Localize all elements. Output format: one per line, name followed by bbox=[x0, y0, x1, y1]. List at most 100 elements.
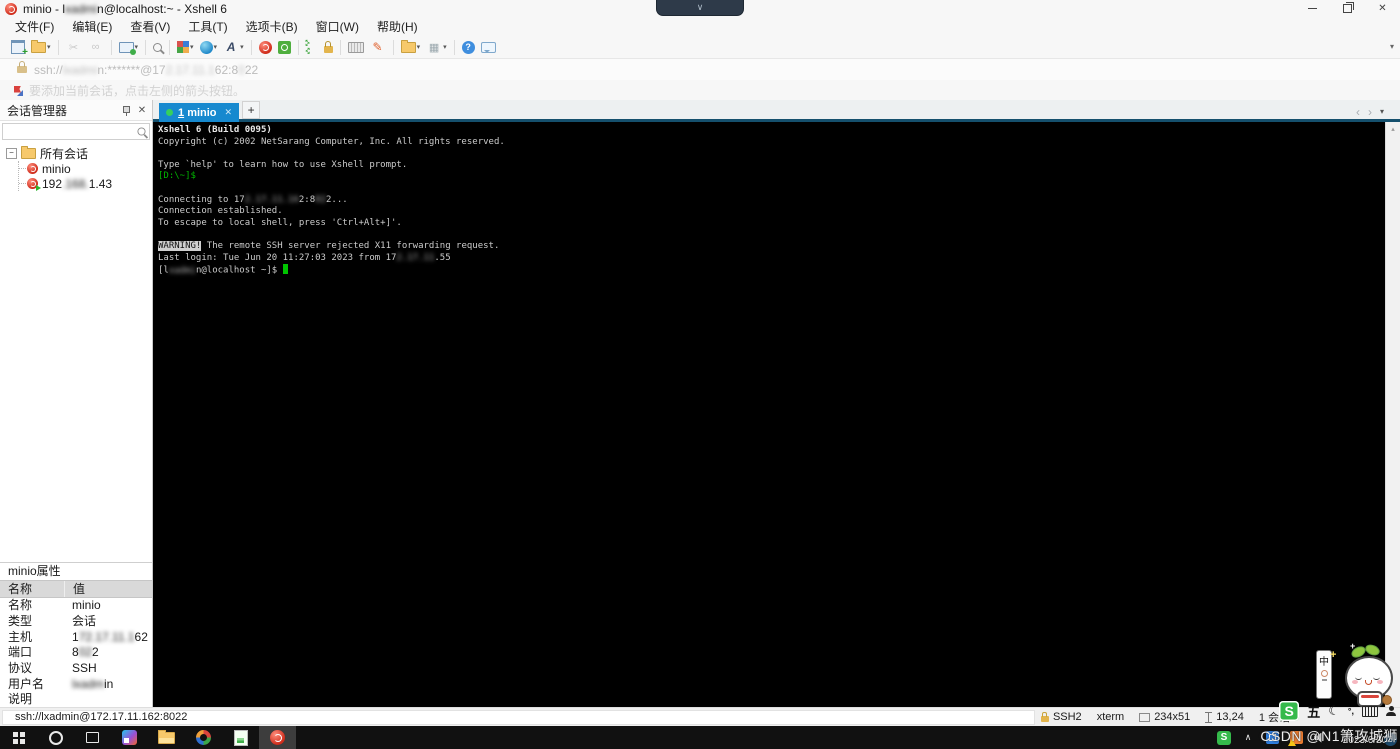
disconnect-button[interactable]: ✂ bbox=[64, 37, 84, 57]
transparency-icon: ▦ bbox=[428, 41, 440, 54]
panel-close-button[interactable]: ✕ bbox=[136, 105, 148, 116]
taskbar-start-button[interactable] bbox=[0, 726, 37, 749]
user-icon[interactable] bbox=[1386, 706, 1396, 716]
close-button[interactable]: ✕ bbox=[1365, 0, 1400, 17]
minimize-button[interactable] bbox=[1295, 0, 1330, 17]
redacted-text: lxadm bbox=[72, 676, 105, 691]
recorder-collapse-button[interactable]: ∨ bbox=[656, 0, 744, 16]
fullscreen-icon bbox=[305, 38, 318, 56]
text-segment: 1 bbox=[72, 629, 79, 644]
xftp-button[interactable] bbox=[276, 37, 293, 57]
terminal-output[interactable]: Xshell 6 (Build 0095) Copyright (c) 2002 … bbox=[153, 122, 1400, 708]
desktop-pet[interactable]: 中 + + bbox=[1316, 641, 1396, 707]
open-session-button[interactable]: ▾ bbox=[29, 37, 53, 57]
taskbar-file-explorer-button[interactable] bbox=[148, 726, 185, 749]
datagrip-icon bbox=[122, 730, 137, 745]
color-scheme-button[interactable]: ▾ bbox=[175, 37, 196, 57]
taskbar-navicat-button[interactable] bbox=[185, 726, 222, 749]
new-tab-button[interactable]: + bbox=[242, 101, 261, 119]
status-item-label: SSH2 bbox=[1052, 711, 1082, 723]
xshell-button[interactable] bbox=[257, 37, 274, 57]
tree-root-label: 所有会话 bbox=[40, 147, 89, 161]
minimize-icon bbox=[1308, 8, 1317, 9]
property-value bbox=[64, 692, 152, 708]
find-button[interactable] bbox=[151, 37, 164, 57]
status-item-label: xterm bbox=[1096, 711, 1125, 723]
terminal-line: Xshell 6 (Build 0095) bbox=[158, 125, 1380, 137]
terminal-line: To escape to local shell, press 'Ctrl+Al… bbox=[158, 218, 1380, 230]
menu-item-b[interactable]: 选项卡(B) bbox=[237, 16, 307, 37]
menu-item-f[interactable]: 文件(F) bbox=[6, 16, 63, 37]
pin-icon[interactable] bbox=[120, 104, 132, 116]
tree-session-item[interactable]: 192.168.1.43 bbox=[19, 176, 152, 191]
fullscreen-button[interactable] bbox=[304, 37, 320, 57]
encoding-icon bbox=[199, 40, 213, 54]
dropdown-caret-icon[interactable]: ▾ bbox=[190, 43, 194, 51]
sogou-logo-icon[interactable]: S bbox=[1279, 701, 1300, 721]
virtual-keyboard-button[interactable] bbox=[346, 37, 366, 57]
menu-item-t[interactable]: 工具(T) bbox=[179, 16, 236, 37]
dropdown-caret-icon[interactable]: ▾ bbox=[214, 43, 218, 51]
dropdown-caret-icon[interactable]: ▾ bbox=[47, 43, 51, 51]
address-bar[interactable]: ssh://lxadmin:*******@172.17.11.162:8022 bbox=[0, 59, 1400, 80]
new-folder-icon bbox=[400, 39, 416, 53]
taskbar-cortana-search-button[interactable] bbox=[37, 726, 74, 749]
new-session-button[interactable] bbox=[9, 37, 28, 58]
xshell-app-icon bbox=[5, 2, 17, 15]
toolbar-overflow-button[interactable]: ▾ bbox=[1390, 42, 1394, 51]
property-value: 会话 bbox=[64, 614, 152, 630]
terminal-text: [l bbox=[158, 265, 169, 276]
tree-session-item[interactable]: minio bbox=[19, 161, 152, 176]
reconnect-button[interactable]: ∞ bbox=[86, 37, 106, 57]
taskbar: S ∧ 2023/6/20 bbox=[0, 726, 1400, 749]
tab-scroll-left-icon[interactable]: ‹ bbox=[1356, 106, 1360, 118]
dropdown-caret-icon[interactable]: ▾ bbox=[240, 43, 244, 51]
file-explorer-icon bbox=[158, 729, 175, 744]
moon-icon[interactable]: ☾ bbox=[1328, 703, 1340, 719]
new-folder-button[interactable]: ▾ bbox=[399, 37, 423, 57]
font-button[interactable]: A ▾ bbox=[221, 37, 246, 57]
tab-minio[interactable]: 1 minio ✕ bbox=[159, 103, 240, 122]
property-row: 用户名 lxadmin bbox=[0, 677, 152, 693]
properties-col-name: 名称 bbox=[8, 582, 33, 597]
feedback-button[interactable] bbox=[479, 37, 498, 57]
tab-close-icon[interactable]: ✕ bbox=[225, 107, 233, 118]
keyboard-icon[interactable] bbox=[1362, 705, 1378, 717]
encoding-button[interactable]: ▾ bbox=[198, 37, 220, 57]
tab-scroll-right-icon[interactable]: › bbox=[1368, 106, 1372, 118]
terminal-line: Connecting to 172.17.11.162:8022... bbox=[158, 195, 1380, 207]
tray-sogou-tray-button[interactable]: S bbox=[1216, 730, 1232, 746]
menu-item-h[interactable]: 帮助(H) bbox=[368, 16, 427, 37]
ime-mode-wubi[interactable]: 五 bbox=[1307, 702, 1320, 721]
taskbar-task-view-button[interactable] bbox=[74, 726, 111, 749]
highlighter-button[interactable]: ✎ bbox=[368, 37, 388, 57]
terminal-cursor bbox=[282, 264, 289, 275]
taskbar-xshell-button[interactable] bbox=[259, 726, 296, 749]
dropdown-caret-icon[interactable]: ▾ bbox=[443, 43, 447, 51]
tree-root-all-sessions[interactable]: − 所有会话 bbox=[6, 146, 152, 161]
help-button[interactable]: ? bbox=[460, 37, 477, 57]
tab-list-icon[interactable]: ▾ bbox=[1380, 107, 1384, 117]
pill-dot-icon bbox=[1320, 670, 1328, 677]
restore-button[interactable] bbox=[1330, 0, 1365, 17]
taskbar-datagrip-button[interactable] bbox=[111, 726, 148, 749]
session-properties-button[interactable]: ▾ bbox=[117, 37, 141, 57]
menu-item-w[interactable]: 窗口(W) bbox=[307, 16, 368, 37]
transparency-button[interactable]: ▦ ▾ bbox=[424, 37, 449, 57]
punctuation-icon[interactable]: °, bbox=[1348, 706, 1354, 716]
property-row: 类型 会话 bbox=[0, 614, 152, 630]
tray-hidden-icons-button[interactable]: ∧ bbox=[1240, 730, 1256, 746]
terminal-line: Copyright (c) 2002 NetSarang Computer, I… bbox=[158, 137, 1380, 149]
menu-item-e[interactable]: 编辑(E) bbox=[63, 16, 121, 37]
terminal-scrollbar[interactable]: ▴ bbox=[1385, 122, 1400, 708]
redacted-text: 2.17.11.1 bbox=[165, 62, 215, 77]
text-segment: n:*******@17 bbox=[97, 62, 166, 77]
collapse-icon[interactable]: − bbox=[6, 148, 17, 159]
dropdown-caret-icon[interactable]: ▾ bbox=[417, 43, 421, 51]
scroll-up-icon[interactable]: ▴ bbox=[1391, 125, 1395, 708]
session-properties-panel: minio属性 名称 值 名称 minio 类型 会话 主机 172.17.11.162 端… bbox=[0, 562, 152, 708]
session-search-input[interactable] bbox=[6, 124, 137, 139]
taskbar-notes-app-button[interactable] bbox=[222, 726, 259, 749]
menu-item-v[interactable]: 查看(V) bbox=[121, 16, 179, 37]
lock-screen-button[interactable] bbox=[322, 37, 335, 57]
